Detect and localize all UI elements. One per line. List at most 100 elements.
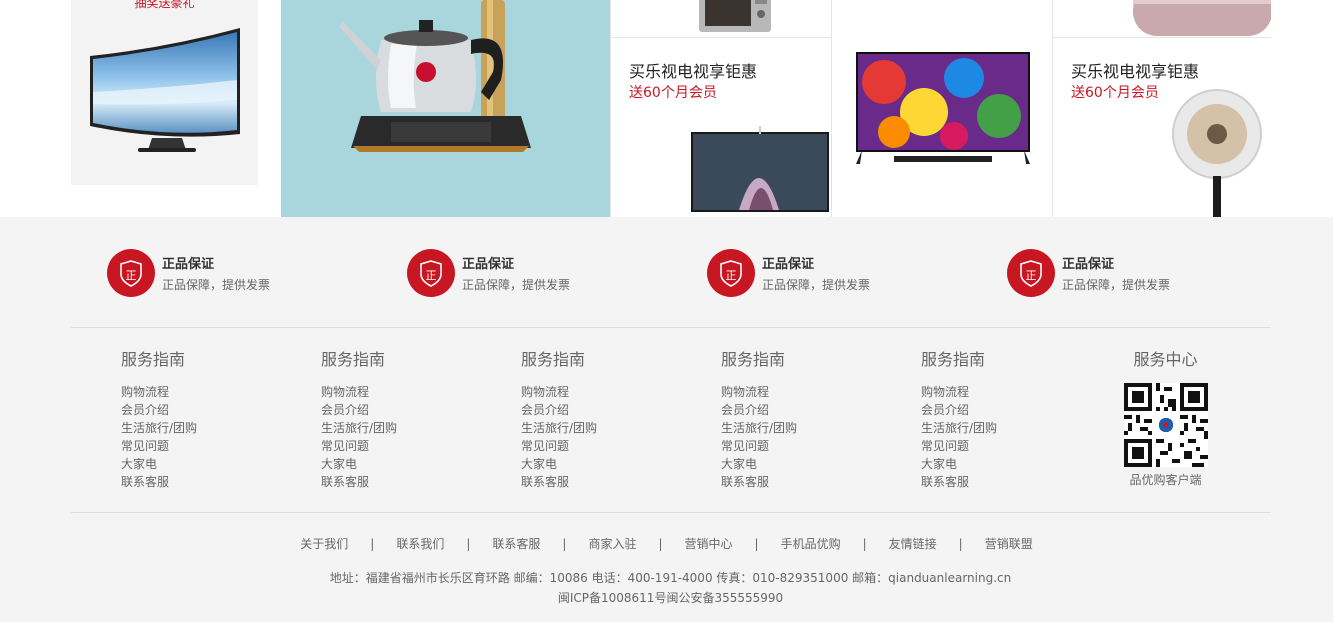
guide-column-title: 服务指南 [721,350,786,369]
tv-promo-title: 买乐视电视享钜惠 [629,62,758,81]
shield-icon: 正 [1007,249,1055,297]
site-footer: 正 正品保证 正品保障，提供发票 正 正品保证 正品保障，提供发票 正 正品保证… [0,217,1333,622]
guarantee-title: 正品保证 [462,257,515,272]
tv-promo-cell-right[interactable]: 买乐视电视享钜惠 送60个月会员 [1052,0,1271,217]
link-mobile-pinyougou[interactable]: 手机品优购 [781,537,841,551]
curved-tv-card[interactable]: 抽奖送豪礼 [71,0,258,185]
guide-link-membership[interactable]: 会员介绍 [921,401,1081,419]
footer-address: 地址：福建省福州市长乐区育环路 邮编：10086 电话：400-191-4000… [329,571,1012,585]
guide-link-faq[interactable]: 常见问题 [521,437,681,455]
link-separator: | [958,537,963,551]
guarantee-item: 正 正品保证 正品保障，提供发票 [707,247,967,299]
svg-text:正: 正 [426,269,437,282]
guide-link-faq[interactable]: 常见问题 [721,437,881,455]
guarantee-desc: 正品保障，提供发票 [162,278,271,292]
guide-column-title: 服务指南 [921,350,986,369]
tv-promo-title-2: 买乐视电视享钜惠 [1071,62,1200,81]
footer-divider [71,512,1271,513]
guarantee-desc: 正品保障，提供发票 [762,278,871,292]
guide-link-contact-service[interactable]: 联系客服 [921,473,1081,491]
tv-promo-cell-left[interactable]: 买乐视电视享钜惠 送60个月会员 [610,0,831,217]
product-band: 抽奖送豪礼 买乐视电视享钜惠 送60个月会员 买乐视电视享钜惠 送60个月会员 [0,0,1333,217]
link-contact-us[interactable]: 联系我们 [396,537,444,551]
guide-link-travel-group[interactable]: 生活旅行/团购 [121,419,281,437]
guide-link-shopping-process[interactable]: 购物流程 [721,383,881,401]
guide-link-appliances[interactable]: 大家电 [321,455,481,473]
svg-text:正: 正 [1026,269,1037,282]
guide-link-travel-group[interactable]: 生活旅行/团购 [321,419,481,437]
guarantee-desc: 正品保障，提供发票 [462,278,571,292]
guide-link-faq[interactable]: 常见问题 [321,437,481,455]
guide-link-appliances[interactable]: 大家电 [721,455,881,473]
footer-icp: 闽ICP备1008611号闽公安备355555990 [557,591,784,605]
guide-link-membership[interactable]: 会员介绍 [721,401,881,419]
guarantee-item: 正 正品保证 正品保障，提供发票 [407,247,667,299]
link-friend-links[interactable]: 友情链接 [889,537,937,551]
guide-column-title: 服务指南 [321,350,386,369]
service-center: 服务中心 品优购客户端 [1118,350,1213,488]
guide-column: 服务指南 购物流程 会员介绍 生活旅行/团购 常见问题 大家电 联系客服 [921,350,1081,491]
kettle-card[interactable] [281,0,610,217]
guarantee-title: 正品保证 [162,257,215,272]
guide-column: 服务指南 购物流程 会员介绍 生活旅行/团购 常见问题 大家电 联系客服 [121,350,281,491]
qr-caption: 品优购客户端 [1129,473,1202,487]
service-center-title: 服务中心 [1133,350,1198,369]
link-about-us[interactable]: 关于我们 [300,537,348,551]
tv-image [691,126,829,212]
guide-link-contact-service[interactable]: 联系客服 [321,473,481,491]
guide-column: 服务指南 购物流程 会员介绍 生活旅行/团购 常见问题 大家电 联系客服 [521,350,681,491]
guarantee-item: 正 正品保证 正品保障，提供发票 [1007,247,1267,299]
guide-link-appliances[interactable]: 大家电 [921,455,1081,473]
guide-link-shopping-process[interactable]: 购物流程 [321,383,481,401]
guide-link-travel-group[interactable]: 生活旅行/团购 [521,419,681,437]
guide-link-contact-service[interactable]: 联系客服 [721,473,881,491]
guarantee-desc: 正品保障，提供发票 [1062,278,1171,292]
link-separator: | [862,537,867,551]
curved-tv-image [90,28,240,152]
fan-image [1172,89,1262,217]
heater-strip [1053,0,1271,38]
svg-text:正: 正 [126,269,137,282]
guide-link-travel-group[interactable]: 生活旅行/团购 [721,419,881,437]
guide-link-contact-service[interactable]: 联系客服 [121,473,281,491]
link-separator: | [370,537,375,551]
guide-link-appliances[interactable]: 大家电 [521,455,681,473]
link-separator: | [562,537,567,551]
oven-strip [611,0,831,38]
guide-link-shopping-process[interactable]: 购物流程 [121,383,281,401]
link-separator: | [658,537,663,551]
kettle-image [339,0,531,152]
guide-link-membership[interactable]: 会员介绍 [121,401,281,419]
link-marketing-center[interactable]: 营销中心 [685,537,733,551]
shield-icon: 正 [407,249,455,297]
tv-promo-subtitle: 送60个月会员 [629,85,717,101]
guide-link-shopping-process[interactable]: 购物流程 [921,383,1081,401]
guide-link-appliances[interactable]: 大家电 [121,455,281,473]
guarantee-title: 正品保证 [762,257,815,272]
link-customer-service[interactable]: 联系客服 [492,537,540,551]
bottom-links-bar: 关于我们 | 联系我们 | 联系客服 | 商家入驻 | 营销中心 | 手机品优购 | 友情链接 | 营销联盟 [0,535,1333,552]
shield-icon: 正 [707,249,755,297]
shield-icon: 正 [107,249,155,297]
guide-link-membership[interactable]: 会员介绍 [321,401,481,419]
guide-column-title: 服务指南 [521,350,586,369]
guide-link-faq[interactable]: 常见问题 [121,437,281,455]
link-marketing-alliance[interactable]: 营销联盟 [985,537,1033,551]
guide-link-contact-service[interactable]: 联系客服 [521,473,681,491]
qr-code-icon[interactable] [1123,383,1208,467]
guide-column-title: 服务指南 [121,350,186,369]
oven-image [699,0,771,32]
guide-link-travel-group[interactable]: 生活旅行/团购 [921,419,1081,437]
guide-column: 服务指南 购物流程 会员介绍 生活旅行/团购 常见问题 大家电 联系客服 [321,350,481,491]
guide-link-shopping-process[interactable]: 购物流程 [521,383,681,401]
link-separator: | [754,537,759,551]
tv-product-cell[interactable] [831,0,1052,217]
guide-link-membership[interactable]: 会员介绍 [521,401,681,419]
guarantee-item: 正 正品保证 正品保障，提供发票 [107,247,367,299]
footer-divider [71,327,1271,328]
colorful-tv-image [856,52,1030,164]
guide-link-faq[interactable]: 常见问题 [921,437,1081,455]
svg-text:正: 正 [726,269,737,282]
link-merchant-join[interactable]: 商家入驻 [588,537,636,551]
guide-column: 服务指南 购物流程 会员介绍 生活旅行/团购 常见问题 大家电 联系客服 [721,350,881,491]
